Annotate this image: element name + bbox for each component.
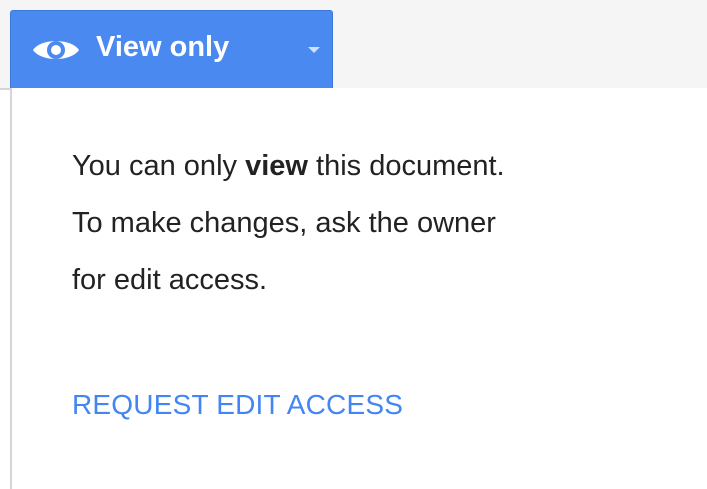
message-line1-after: this document. (307, 150, 505, 182)
eye-icon (31, 33, 81, 67)
mode-label: View only (96, 31, 230, 63)
access-notice-panel: You can only view this document. To make… (10, 88, 707, 489)
message-emphasis-view: view (245, 150, 308, 182)
view-only-mode-button[interactable]: View only (10, 10, 333, 88)
message-line1-before: You can only (72, 150, 246, 182)
message-line3: for edit access. (72, 264, 268, 296)
view-only-message: You can only view this document. To make… (72, 138, 672, 309)
request-edit-access-link[interactable]: REQUEST EDIT ACCESS (72, 387, 403, 423)
caret-down-icon[interactable] (308, 47, 320, 53)
message-line2: To make changes, ask the owner (72, 207, 496, 239)
